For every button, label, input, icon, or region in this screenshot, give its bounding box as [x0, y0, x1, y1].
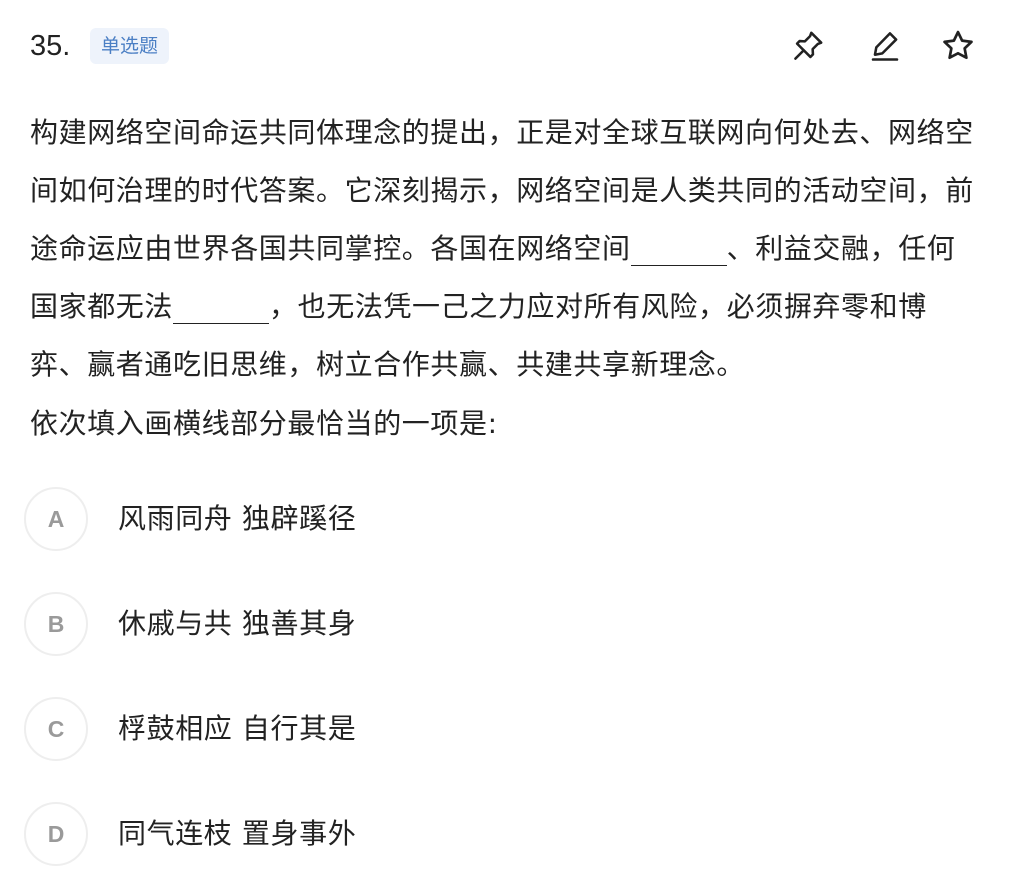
question-header: 35. 单选题: [30, 26, 980, 66]
question-stem: 构建网络空间命运共同体理念的提出，正是对全球互联网向何处去、网络空间如何治理的时…: [30, 104, 980, 394]
option-letter: B: [24, 592, 88, 656]
option-text: 桴鼓相应 自行其是: [118, 712, 357, 745]
answer-blank-2: [173, 283, 270, 324]
favorite-button[interactable]: [938, 26, 978, 66]
star-icon: [939, 27, 977, 65]
question-prompt: 依次填入画横线部分最恰当的一项是:: [30, 407, 498, 440]
option-c[interactable]: C 桴鼓相应 自行其是: [24, 697, 724, 765]
pin-icon: [790, 28, 826, 64]
option-b[interactable]: B 休戚与共 独善其身: [24, 592, 724, 660]
option-text: 休戚与共 独善其身: [118, 607, 357, 640]
option-letter: D: [24, 802, 88, 866]
option-a[interactable]: A 风雨同舟 独辟蹊径: [24, 487, 724, 555]
question-number: 35.: [30, 30, 71, 62]
question-type-badge: 单选题: [90, 28, 170, 64]
answer-blank-1: [630, 225, 727, 266]
edit-button[interactable]: [865, 26, 905, 66]
option-letter: A: [24, 487, 88, 551]
pin-button[interactable]: [788, 26, 828, 66]
option-text: 同气连枝 置身事外: [118, 817, 357, 850]
option-d[interactable]: D 同气连枝 置身事外: [24, 802, 724, 870]
edit-icon: [867, 28, 903, 64]
option-letter: C: [24, 697, 88, 761]
option-text: 风雨同舟 独辟蹊径: [118, 502, 357, 535]
